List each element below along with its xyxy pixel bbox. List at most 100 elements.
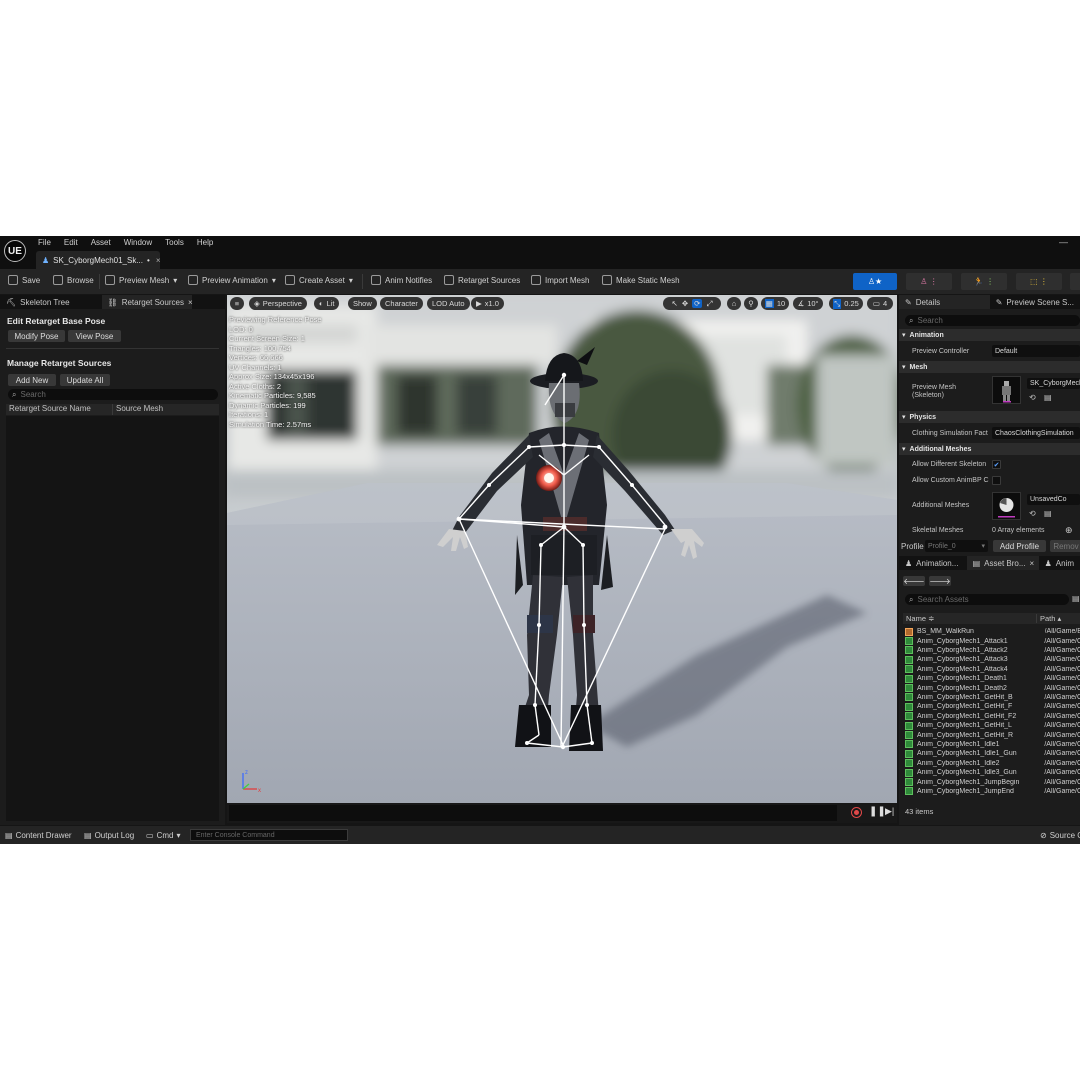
menu-asset[interactable]: Asset [91, 238, 111, 247]
asset-row[interactable]: BS_MM_WalkRun/All/Game/B [905, 627, 1080, 636]
step-forward-icon[interactable]: ▶| [885, 806, 894, 817]
browse-button[interactable]: Browse [53, 275, 94, 285]
pause-icon[interactable]: ❚❚ [869, 806, 886, 817]
add-profile-button[interactable]: Add Profile [993, 540, 1046, 552]
clothing-simulation-dropdown[interactable]: ChaosClothingSimulation [992, 427, 1080, 439]
skeleton-mode-button[interactable]: ♙★ [853, 273, 897, 290]
category-additional-meshes[interactable]: ▾ Additional Meshes [899, 443, 1080, 455]
column-path[interactable]: Path ▴ [1036, 614, 1061, 623]
angle-snap-button[interactable]: ∡ 10° [793, 297, 823, 310]
tab-details[interactable]: ✎ Details [899, 295, 990, 309]
tab-skeleton-asset[interactable]: ♟ SK_CyborgMech01_Sk... • × [36, 251, 160, 269]
mesh-thumbnail[interactable] [992, 376, 1021, 404]
console-command-input[interactable]: Enter Console Command [190, 829, 348, 841]
save-button[interactable]: Save [8, 275, 40, 285]
additional-meshes-picker[interactable]: UnsavedCo [1027, 494, 1080, 505]
category-mesh[interactable]: ▾ Mesh [899, 361, 1080, 373]
column-name[interactable]: Name ≑ [903, 614, 1036, 623]
asset-row[interactable]: Anim_CyborgMech1_Attack2/All/Game/C [905, 646, 1080, 655]
update-all-button[interactable]: Update All [60, 374, 110, 386]
make-static-mesh-button[interactable]: Make Static Mesh [602, 275, 680, 285]
close-icon[interactable]: × [188, 298, 193, 307]
transform-tools[interactable]: ↖ ✥ ⟳ ⤢ [663, 297, 721, 310]
allow-custom-animbp-checkbox[interactable] [992, 476, 1001, 485]
details-search-input[interactable]: ⌕ Search [905, 315, 1080, 326]
grid-snap-button[interactable]: ▦ 10 [761, 297, 789, 310]
view-pose-button[interactable]: View Pose [68, 330, 121, 342]
browse-folder-icon[interactable]: ▤ [1044, 509, 1052, 518]
menu-edit[interactable]: Edit [64, 238, 78, 247]
animation-mode-button[interactable]: 🏃 ⋮ [961, 273, 1007, 290]
retarget-search-input[interactable]: ⌕ Search [8, 389, 218, 400]
asset-row[interactable]: Anim_CyborgMech1_Death2/All/Game/C [905, 683, 1080, 693]
timeline-track[interactable] [229, 805, 837, 821]
close-icon[interactable]: × [1030, 559, 1035, 568]
category-physics[interactable]: ▾ Physics [899, 411, 1080, 423]
asset-row[interactable]: Anim_CyborgMech1_GetHit_R/All/Game/C [905, 730, 1080, 740]
menu-help[interactable]: Help [197, 238, 213, 247]
allow-different-skeleton-checkbox[interactable]: ✔ [992, 460, 1001, 469]
blueprint-mode-button[interactable]: ⬚ ⋮ [1016, 273, 1062, 290]
select-icon[interactable]: ↖ [672, 299, 678, 308]
character-button[interactable]: Character [380, 297, 423, 310]
asset-row[interactable]: Anim_CyborgMech1_Idle3_Gun/All/Game/C [905, 768, 1080, 777]
history-back-button[interactable]: 🡐 [903, 576, 925, 586]
remove-profile-button[interactable]: Remov [1050, 540, 1080, 552]
asset-row[interactable]: Anim_CyborgMech1_Idle1/All/Game/C [905, 740, 1080, 749]
asset-row[interactable]: Anim_CyborgMech1_Idle2/All/Game/C [905, 759, 1080, 768]
camera-speed-button[interactable]: ▭ 4 [867, 297, 893, 310]
asset-row[interactable]: Anim_CyborgMech1_GetHit_B/All/Game/C [905, 693, 1080, 702]
viewport-menu-button[interactable]: ≡ [230, 297, 244, 310]
asset-row[interactable]: Anim_CyborgMech1_Attack1/All/Game/C [905, 636, 1080, 646]
play-rate-button[interactable]: ▶ x1.0 [471, 297, 504, 310]
lod-button[interactable]: LOD Auto [427, 297, 470, 310]
asset-search-input[interactable]: ⌕ Search Assets [905, 594, 1069, 605]
minimize-icon[interactable]: — [1059, 237, 1068, 247]
preview-animation-dropdown[interactable]: Preview Animation ▾ [188, 275, 276, 285]
browse-folder-icon[interactable]: ▤ [1044, 393, 1052, 402]
cmd-dropdown[interactable]: ▭ Cmd ▾ [146, 831, 180, 840]
history-forward-button[interactable]: 🡒 [929, 576, 951, 586]
menu-window[interactable]: Window [124, 238, 152, 247]
asset-row[interactable]: Anim_CyborgMech1_GetHit_F/All/Game/C [905, 702, 1080, 711]
preview-mesh-dropdown[interactable]: Preview Mesh ▾ [105, 275, 177, 285]
tab-anim-curves[interactable]: ♟ Anim [1039, 556, 1080, 570]
column-retarget-source-name[interactable]: Retarget Source Name [6, 404, 112, 415]
import-mesh-button[interactable]: Import Mesh [531, 275, 589, 285]
create-asset-dropdown[interactable]: Create Asset ▾ [285, 275, 353, 285]
add-element-icon[interactable]: ⊕ [1065, 525, 1073, 536]
tab-skeleton-tree[interactable]: ⛏ Skeleton Tree [0, 295, 76, 309]
asset-row[interactable]: Anim_CyborgMech1_JumpEnd/All/Game/C [905, 787, 1080, 796]
asset-row[interactable]: Anim_CyborgMech1_GetHit_F2/All/Game/C [905, 712, 1080, 721]
modify-pose-button[interactable]: Modify Pose [8, 330, 65, 342]
additional-meshes-thumbnail[interactable] [992, 492, 1021, 520]
save-search-icon[interactable]: ▤ [1072, 594, 1080, 603]
column-source-mesh[interactable]: Source Mesh [112, 404, 163, 415]
tab-animation[interactable]: ♟ Animation... [899, 556, 967, 570]
menu-tools[interactable]: Tools [165, 238, 184, 247]
record-icon[interactable] [851, 807, 862, 818]
lit-button[interactable]: ◐ Lit [314, 297, 340, 310]
add-new-button[interactable]: Add New [8, 374, 56, 386]
retarget-sources-button[interactable]: Retarget Sources [444, 275, 520, 285]
anim-notifies-button[interactable]: Anim Notifies [371, 275, 432, 285]
menu-file[interactable]: File [38, 238, 51, 247]
profile-dropdown[interactable]: Profile_0 ▾ [925, 540, 988, 552]
perspective-button[interactable]: ◈ Perspective [249, 297, 307, 310]
preview-controller-dropdown[interactable]: Default [992, 345, 1080, 357]
asset-row[interactable]: Anim_CyborgMech1_JumpBegin/All/Game/C [905, 777, 1080, 787]
asset-row[interactable]: Anim_CyborgMech1_Idle1_Gun/All/Game/C [905, 749, 1080, 758]
asset-row[interactable]: Anim_CyborgMech1_Death1/All/Game/C [905, 674, 1080, 683]
browse-back-icon[interactable]: ⟲ [1029, 509, 1036, 518]
asset-row[interactable]: Anim_CyborgMech1_GetHit_L/All/Game/C [905, 721, 1080, 730]
unreal-logo-icon[interactable]: UE [4, 240, 26, 262]
world-local-button[interactable]: ⌂ [727, 297, 741, 310]
asset-row[interactable]: Anim_CyborgMech1_Attack3/All/Game/C [905, 655, 1080, 664]
mesh-mode-button[interactable]: ♙ ⋮ [906, 273, 952, 290]
asset-row[interactable]: Anim_CyborgMech1_Attack4/All/Game/C [905, 665, 1080, 674]
output-log-button[interactable]: ▤ Output Log [84, 831, 134, 840]
translate-icon[interactable]: ✥ [682, 299, 688, 308]
content-drawer-button[interactable]: ▤ Content Drawer [5, 831, 72, 840]
close-icon[interactable]: × [156, 256, 161, 265]
preview-viewport[interactable]: ≡ ◈ Perspective ◐ Lit Show Character LOD… [227, 295, 897, 803]
